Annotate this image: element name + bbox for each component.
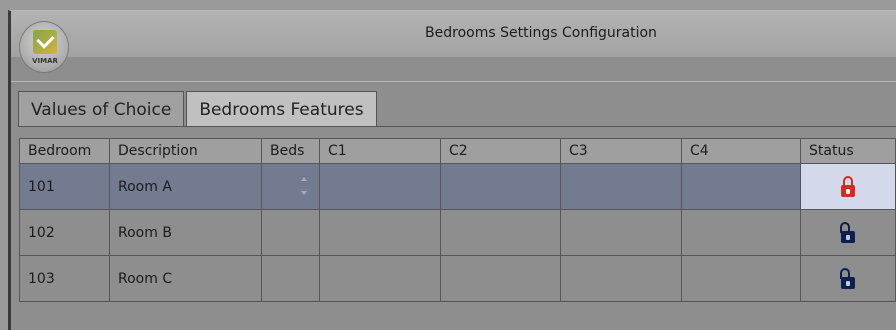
column-header-c2[interactable]: C2	[440, 138, 561, 164]
cell-description[interactable]: Room C	[109, 255, 262, 302]
spin-down-icon[interactable]	[301, 191, 307, 195]
cell-description[interactable]: Room A	[109, 163, 262, 210]
cell-c2[interactable]	[440, 209, 561, 256]
column-header-c4[interactable]: C4	[681, 138, 801, 164]
title-divider	[11, 81, 896, 82]
column-header-description[interactable]: Description	[109, 138, 262, 164]
lock-open-red-icon[interactable]	[840, 175, 856, 198]
cell-status[interactable]	[800, 255, 896, 302]
cell-status[interactable]	[800, 209, 896, 256]
title-bar: Bedrooms Settings Configuration	[11, 11, 896, 57]
cell-c4[interactable]	[681, 163, 801, 210]
cell-beds-stepper[interactable]	[261, 163, 320, 210]
cell-c1[interactable]	[319, 163, 441, 210]
app-window: Bedrooms Settings Configuration VIMAR Va…	[8, 10, 896, 330]
vimar-logo[interactable]: VIMAR	[19, 21, 69, 73]
tab-divider	[18, 126, 896, 127]
tab-values-of-choice[interactable]: Values of Choice	[18, 91, 185, 127]
cell-c4[interactable]	[681, 209, 801, 256]
table-row[interactable]: 102 Room B	[19, 209, 896, 256]
lock-open-navy-icon[interactable]	[840, 221, 856, 244]
cell-beds[interactable]	[261, 209, 320, 256]
table-row[interactable]: 101 Room A	[19, 163, 896, 210]
cell-c1[interactable]	[319, 255, 441, 302]
bedrooms-table: Bedroom Description Beds C1 C2 C3 C4 Sta…	[19, 138, 896, 302]
table-row[interactable]: 103 Room C	[19, 255, 896, 302]
cell-c2[interactable]	[440, 163, 561, 210]
column-header-c1[interactable]: C1	[319, 138, 441, 164]
cell-c4[interactable]	[681, 255, 801, 302]
column-header-status[interactable]: Status	[800, 138, 896, 164]
tab-strip: Values of Choice Bedrooms Features	[18, 91, 377, 127]
cell-c3[interactable]	[560, 209, 682, 256]
cell-status[interactable]	[800, 163, 896, 210]
spin-up-icon[interactable]	[301, 177, 307, 181]
lock-open-navy-icon[interactable]	[840, 267, 856, 290]
tab-bedrooms-features[interactable]: Bedrooms Features	[186, 91, 377, 127]
cell-beds[interactable]	[261, 255, 320, 302]
window-title: Bedrooms Settings Configuration	[425, 25, 657, 41]
logo-check-icon	[33, 30, 57, 54]
cell-bedroom[interactable]: 103	[19, 255, 110, 302]
column-header-beds[interactable]: Beds	[261, 138, 320, 164]
column-header-c3[interactable]: C3	[560, 138, 682, 164]
cell-bedroom[interactable]: 101	[19, 163, 110, 210]
table-header: Bedroom Description Beds C1 C2 C3 C4 Sta…	[19, 138, 896, 164]
cell-c3[interactable]	[560, 255, 682, 302]
cell-c1[interactable]	[319, 209, 441, 256]
cell-c2[interactable]	[440, 255, 561, 302]
cell-description[interactable]: Room B	[109, 209, 262, 256]
cell-bedroom[interactable]: 102	[19, 209, 110, 256]
cell-c3[interactable]	[560, 163, 682, 210]
column-header-bedroom[interactable]: Bedroom	[19, 138, 110, 164]
logo-text: VIMAR	[32, 57, 58, 65]
